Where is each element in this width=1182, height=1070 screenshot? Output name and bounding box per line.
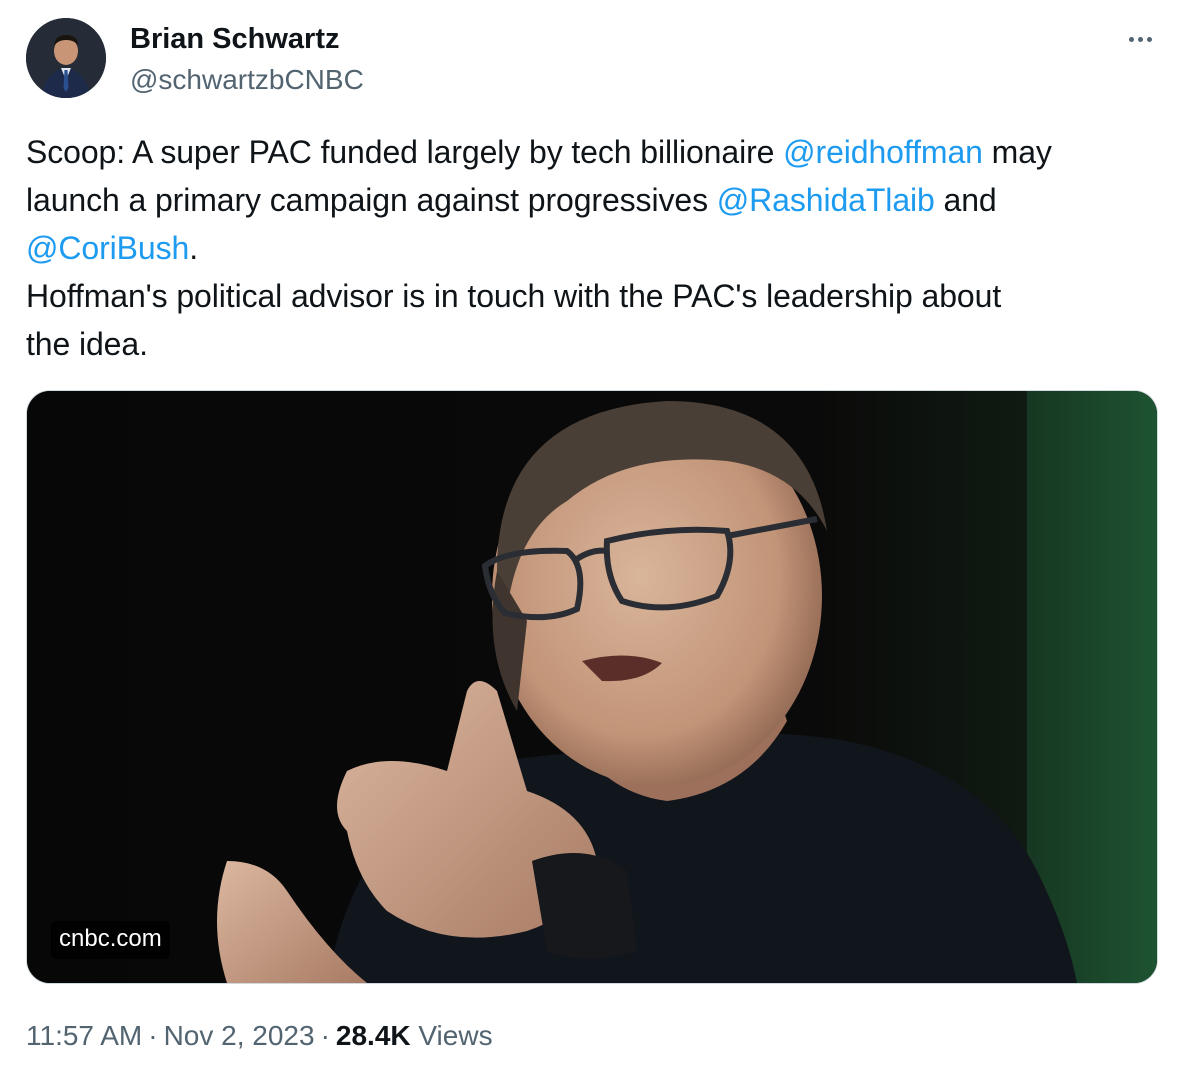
link-domain-badge: cnbc.com [51,921,170,959]
tweet-text-line: launch a primary campaign against progre… [26,176,1160,224]
mention-link[interactable]: @reidhoffman [783,134,983,170]
link-card-image[interactable]: cnbc.com [26,390,1158,984]
views-count: 28.4K [335,1020,411,1051]
avatar[interactable] [26,18,106,98]
tweet-text-line: Scoop: A super PAC funded largely by tec… [26,128,1160,176]
author-name[interactable]: Brian Schwartz [130,20,340,58]
more-horizontal-icon-dot [1146,36,1152,42]
views-label: Views [418,1020,493,1051]
separator: · [320,1020,330,1051]
tweet-text-segment: . [189,230,198,266]
tweet-text-segment: the idea. [26,326,148,362]
tweet-text-line: @CoriBush. [26,224,1160,272]
more-horizontal-icon-dot [1137,36,1143,42]
tweet-text-segment: launch a primary campaign against progre… [26,182,717,218]
mention-link[interactable]: @CoriBush [26,230,189,266]
tweet-date[interactable]: Nov 2, 2023 [164,1020,315,1051]
more-options-button[interactable] [1120,22,1160,56]
tweet-metadata: 11:57 AM · Nov 2, 2023 · 28.4K Views [26,1016,493,1056]
mention-link[interactable]: @RashidaTlaib [717,182,935,218]
author-handle[interactable]: @schwartzbCNBC [130,62,364,98]
avatar-image [26,18,106,98]
article-photo [27,391,1157,983]
tweet-text-segment: and [934,182,997,218]
tweet-time[interactable]: 11:57 AM [26,1020,142,1051]
tweet-text-segment: Hoffman's political advisor is in touch … [26,278,1002,314]
tweet-text-line: Hoffman's political advisor is in touch … [26,272,1160,320]
tweet-container: Brian Schwartz @schwartzbCNBC Scoop: A s… [0,0,1182,1070]
separator: · [148,1020,158,1051]
tweet-text-segment: may [982,134,1052,170]
more-horizontal-icon [1128,36,1134,42]
tweet-text: Scoop: A super PAC funded largely by tec… [26,128,1160,368]
tweet-text-line: the idea. [26,320,1160,368]
tweet-text-segment: Scoop: A super PAC funded largely by tec… [26,134,784,170]
